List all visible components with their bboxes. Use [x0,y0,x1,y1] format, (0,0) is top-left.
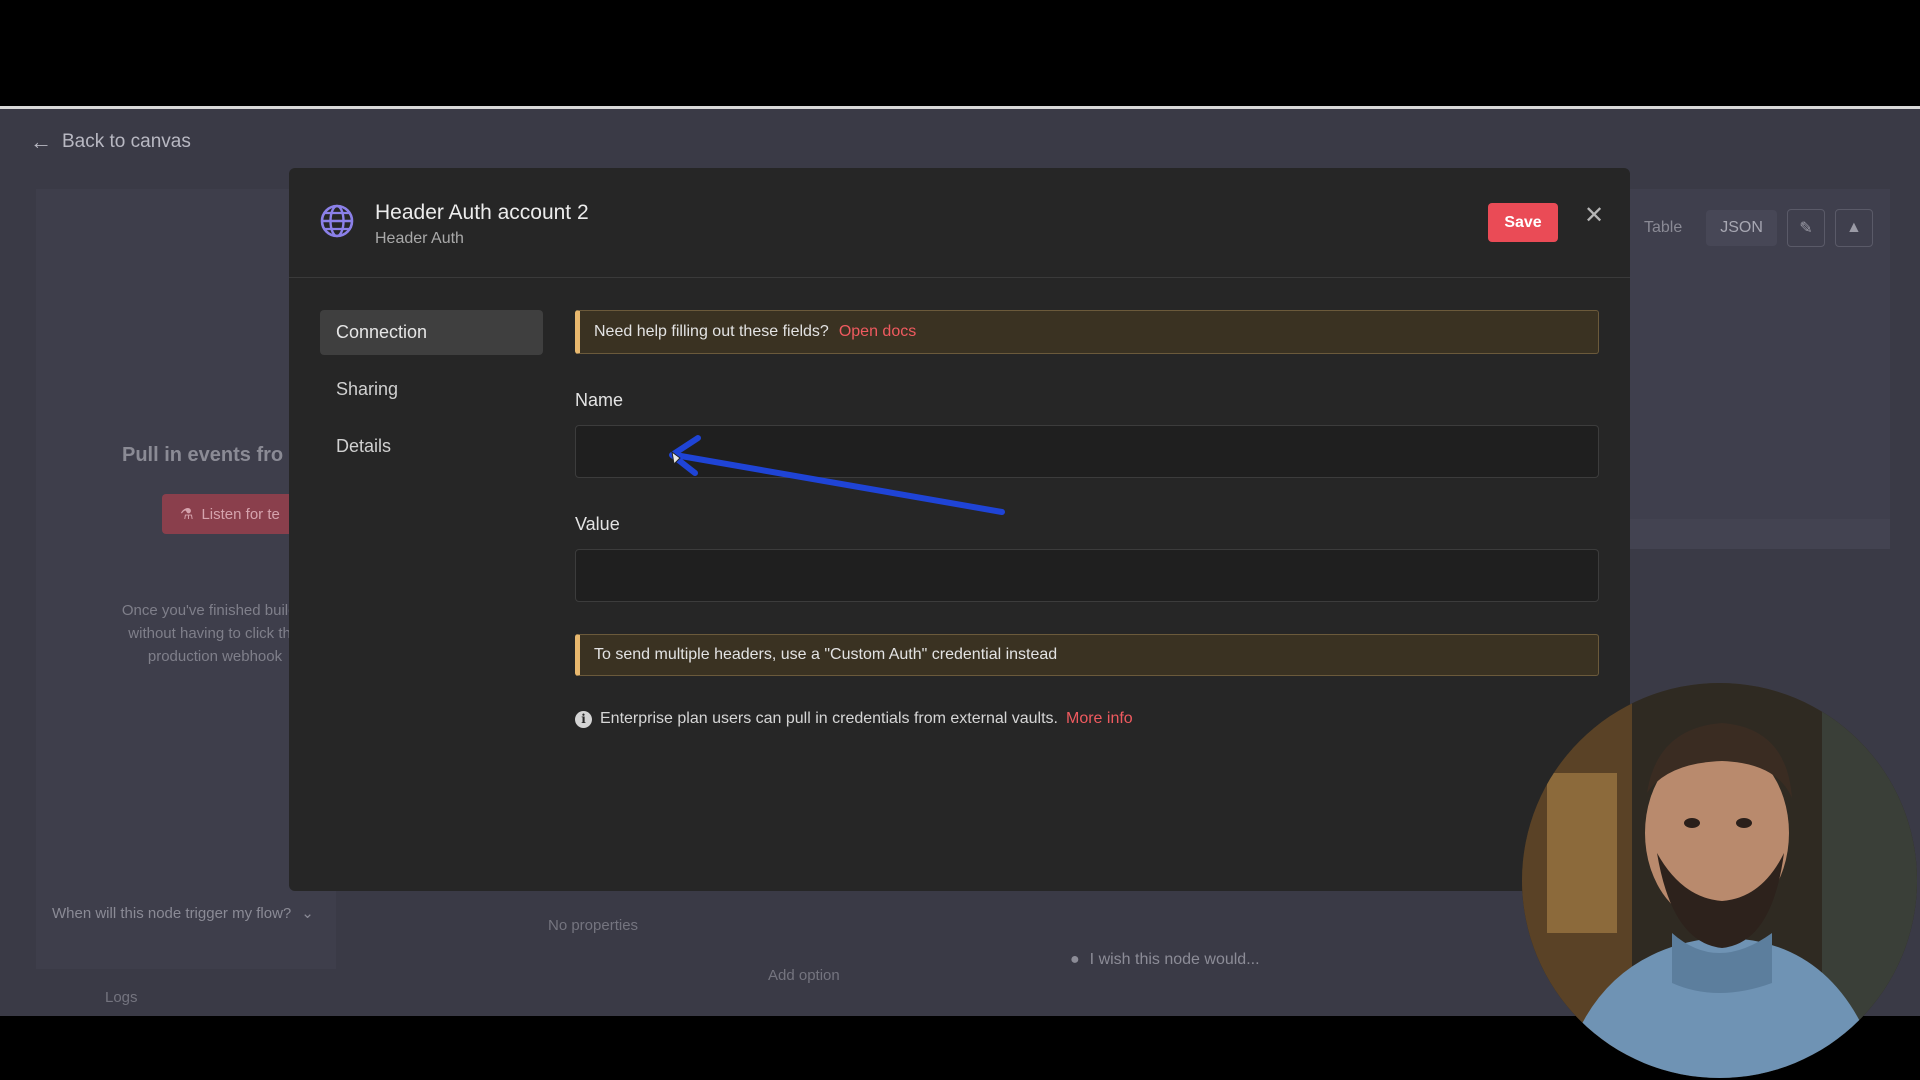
connection-form: Need help filling out these fields? Open… [575,310,1599,728]
help-callout-text: Need help filling out these fields? [594,323,829,340]
arrow-left-icon: ← [30,129,52,154]
info-icon: i [575,710,592,728]
pin-icon: ▲ [1846,219,1862,236]
feedback-prompt-label: I wish this node would... [1089,951,1260,968]
nav-item-details[interactable]: Details [320,424,543,469]
back-to-canvas-link[interactable]: ← Back to canvas [30,129,191,155]
edit-output-button[interactable]: ✎ [1786,209,1825,247]
tab-json[interactable]: JSON [1706,210,1777,246]
save-button[interactable]: Save [1488,203,1558,242]
back-to-canvas-label: Back to canvas [62,131,191,152]
screen: ← Back to canvas Pull in events fro ⚗ Li… [0,0,1920,1080]
chevron-down-icon: ⌄ [301,905,314,922]
trigger-question-label: When will this node trigger my flow? [52,904,292,922]
name-field-label: Name [575,390,624,410]
credential-modal: Header Auth account 2 Header Auth Save ✕… [289,168,1630,891]
modal-title[interactable]: Header Auth account 2 [375,201,589,225]
tab-table[interactable]: Table [1630,210,1696,246]
trigger-question[interactable]: When will this node trigger my flow? ⌄ [52,904,314,923]
nav-item-sharing[interactable]: Sharing [320,367,543,412]
enterprise-note-text: Enterprise plan users can pull in creden… [600,710,1058,727]
enterprise-note: i Enterprise plan users can pull in cred… [575,710,1599,728]
help-callout: Need help filling out these fields? Open… [575,310,1599,354]
value-input[interactable] [575,549,1599,602]
name-input[interactable] [575,425,1599,478]
listen-button-label: Listen for te [201,505,280,523]
lightbulb-icon: ● [1070,951,1080,968]
modal-subtitle: Header Auth [375,230,464,247]
modal-sidenav: Connection Sharing Details [320,310,543,481]
multiple-headers-callout: To send multiple headers, use a "Custom … [575,634,1599,676]
globe-icon [320,204,354,238]
nav-item-connection[interactable]: Connection [320,310,543,355]
feedback-prompt[interactable]: ● I wish this node would... [1070,951,1260,969]
background-output-strip [1630,519,1890,549]
output-view-tabs: Table JSON ✎ ▲ [1630,209,1873,247]
logs-tab[interactable]: Logs [105,989,138,1006]
flask-icon: ⚗ [180,506,194,523]
value-field-label: Value [575,514,620,534]
open-docs-link[interactable]: Open docs [839,323,916,341]
no-properties-text: No properties [548,917,639,934]
pin-data-button[interactable]: ▲ [1834,209,1873,247]
modal-header: Header Auth account 2 Header Auth Save ✕ [289,168,1630,278]
pencil-icon: ✎ [1799,220,1813,237]
more-info-link[interactable]: More info [1066,710,1133,728]
close-icon: ✕ [1583,201,1605,229]
add-option-dropdown[interactable]: Add option [768,967,840,984]
presenter-video [1522,683,1917,1078]
close-button[interactable]: ✕ [1579,200,1609,230]
background-panel-title: Pull in events fro [122,444,284,466]
webcam-overlay [1522,683,1917,1078]
